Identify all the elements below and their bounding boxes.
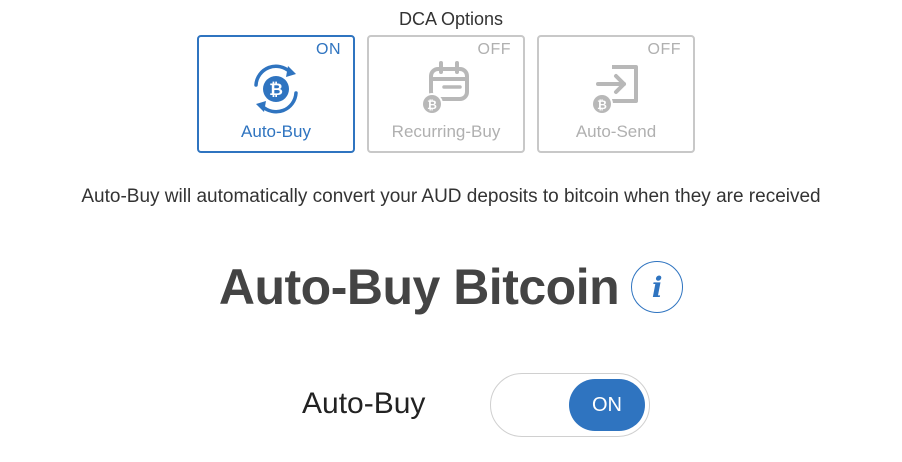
svg-text:₿: ₿: [427, 98, 437, 112]
auto-send-option-card[interactable]: OFF ₿ Auto-Send: [537, 35, 695, 153]
auto-buy-state-badge: ON: [316, 41, 341, 58]
dca-options-title: DCA Options: [398, 9, 504, 29]
auto-buy-option-label: Auto-Buy: [241, 122, 311, 141]
heading-row: Auto-Buy Bitcoin i: [0, 258, 902, 316]
info-icon[interactable]: i: [631, 261, 684, 313]
svg-text:₿: ₿: [269, 80, 283, 100]
recurring-buy-option-card[interactable]: OFF ₿ Recurring-Buy: [367, 35, 525, 153]
auto-send-option-label: Auto-Send: [575, 122, 657, 141]
auto-buy-toggle-label: Auto-Buy: [302, 387, 426, 420]
auto-buy-option-card[interactable]: ON ₿ Auto-Buy: [197, 35, 355, 153]
page-title: Auto-Buy Bitcoin: [218, 259, 620, 315]
dca-settings-page: DCA Options ON ₿ Auto-Buy OFF ₿ Recurrin…: [0, 0, 902, 462]
auto-buy-description: Auto-Buy will automatically convert your…: [81, 186, 821, 207]
dca-option-cards: ON ₿ Auto-Buy OFF ₿ Recurring-Buy OFF ₿ …: [197, 35, 695, 153]
auto-buy-toggle-row: Auto-Buy ON: [0, 373, 902, 437]
recurring-buy-state-badge: OFF: [477, 41, 511, 58]
toggle-knob: ON: [569, 379, 645, 431]
recurring-buy-option-label: Recurring-Buy: [391, 122, 501, 141]
bitcoin-calendar-icon: ₿: [421, 61, 469, 115]
svg-text:₿: ₿: [597, 98, 607, 112]
auto-buy-toggle[interactable]: ON: [490, 373, 650, 437]
auto-send-state-badge: OFF: [647, 41, 681, 58]
bitcoin-send-icon: ₿: [591, 65, 638, 115]
bitcoin-cycle-icon: ₿: [254, 64, 298, 114]
